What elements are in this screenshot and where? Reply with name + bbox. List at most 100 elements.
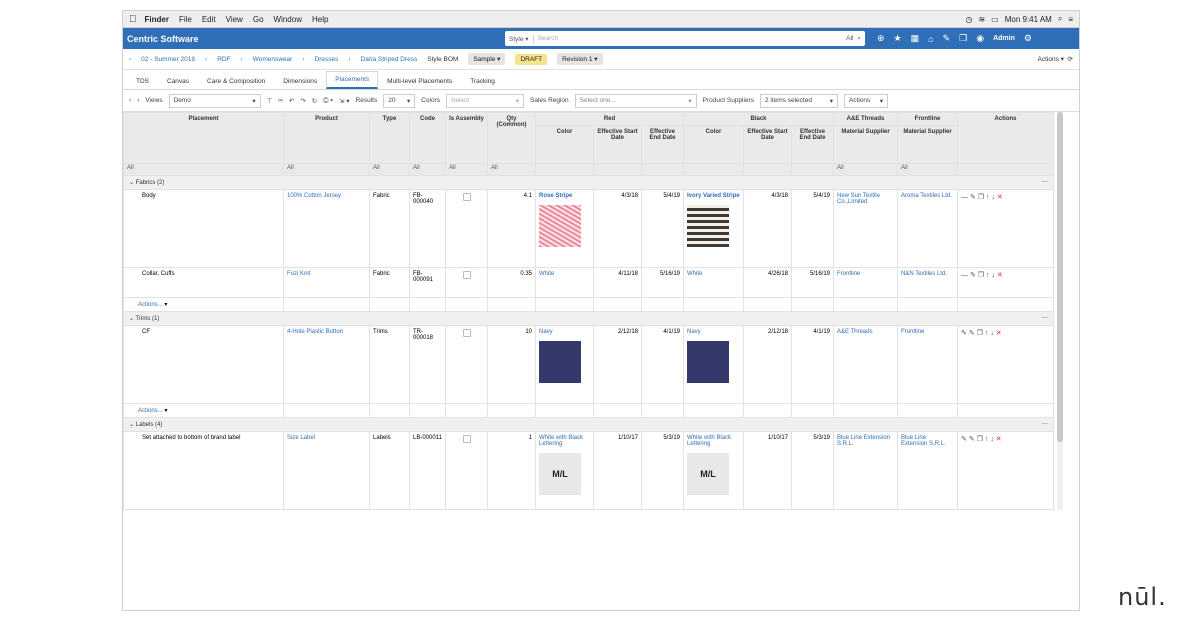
export-icon[interactable]: ⇲ ▾ (339, 97, 350, 105)
col-group-black[interactable]: Black (683, 112, 835, 126)
color-cell[interactable]: White with Black Lettering (683, 509, 745, 510)
front-supplier-link[interactable]: N&N Textiles Ltd. (897, 267, 959, 298)
color-cell[interactable]: Navy (683, 325, 745, 404)
filter-red-color[interactable] (535, 163, 594, 176)
color-cell[interactable]: Navy (535, 325, 594, 404)
copy-icon[interactable]: ❐ (978, 272, 986, 279)
black-end-cell[interactable]: 5/16/19 (791, 267, 835, 298)
filter-is-assembly[interactable]: All (445, 163, 488, 176)
forward-icon[interactable]: › (137, 97, 139, 104)
red-start-cell[interactable]: 4/3/18 (593, 189, 642, 268)
black-end-cell[interactable]: 4/1/19 (791, 325, 835, 404)
mac-menu-view[interactable]: View (226, 15, 243, 24)
mac-menu-go[interactable]: Go (253, 15, 264, 24)
color-link[interactable]: White with Black Lettering (539, 435, 590, 447)
mac-menu-help[interactable]: Help (312, 15, 328, 24)
sample-dropdown[interactable]: Sample ▾ (468, 53, 506, 65)
search-scope[interactable]: All (846, 35, 853, 42)
table-row[interactable]: CF 4-Hole Plastic Button Trims TR-000018 10 N… (123, 325, 1055, 404)
chevron-down-icon[interactable]: ⌄ (129, 422, 136, 428)
color-cell[interactable]: White with Black Lettering M/L (683, 431, 745, 510)
group-actions-link[interactable]: Actions... (138, 408, 163, 414)
col-is-assembly[interactable]: Is Assembly (445, 112, 488, 164)
color-swatch-image[interactable] (687, 341, 730, 383)
group-menu-icon[interactable]: — (1042, 421, 1048, 427)
product-link[interactable]: 100% Cotton Jersey (283, 189, 370, 268)
settings-icon[interactable]: ⚙ (1024, 33, 1032, 44)
table-row[interactable]: Collar, Cuffs Fuzi Knit Fabric FB-000091 0.3… (123, 267, 1055, 298)
color-cell[interactable]: White with Black Lettering (535, 509, 594, 510)
color-cell[interactable]: White (535, 267, 594, 298)
col-red-start[interactable]: Effective Start Date (593, 125, 642, 164)
table-row[interactable]: Set attached to bottom of brand label Siz… (123, 431, 1055, 510)
col-red-end[interactable]: Effective End Date (640, 125, 685, 164)
menu-icon[interactable]: — (961, 272, 970, 279)
color-link[interactable]: White (687, 271, 740, 277)
views-dropdown[interactable]: Demo ▾ (168, 93, 261, 108)
grid-actions-dropdown[interactable]: Actions ▾ (843, 93, 888, 108)
clock-icon[interactable]: ◷ (965, 15, 972, 24)
copy-icon[interactable]: ❐ (959, 33, 967, 44)
color-link[interactable]: White (539, 271, 590, 277)
col-black-color[interactable]: Color (683, 125, 745, 164)
user-name[interactable]: Admin (993, 35, 1015, 42)
filter-black-end[interactable] (791, 163, 835, 176)
col-aa-supplier[interactable]: Material Supplier (833, 125, 899, 164)
col-placement[interactable]: Placement (123, 112, 284, 164)
color-swatch-image[interactable] (539, 341, 581, 383)
copy-icon[interactable]: ❐ (978, 194, 986, 201)
wrench-icon[interactable]: ✎ (943, 33, 951, 44)
user-icon[interactable]: ◉ (976, 33, 984, 44)
group-row[interactable]: ⌄ Fabrics (2) — (123, 175, 1055, 190)
aa-supplier-link[interactable]: Frontline (833, 267, 899, 298)
color-swatch-image[interactable]: M/L (687, 453, 730, 495)
group-menu-icon[interactable]: — (1042, 179, 1048, 185)
tab-care-composition[interactable]: Care & Composition (198, 73, 274, 89)
black-end-cell[interactable]: 5/4/19 (791, 189, 835, 268)
delete-icon[interactable]: ✕ (996, 436, 1002, 443)
spotlight-icon[interactable]: ⌕ (1058, 14, 1062, 24)
red-start-cell[interactable]: 1/10/17 (593, 431, 642, 510)
edit-icon[interactable]: ✎ (970, 194, 978, 201)
aa-supplier-link[interactable]: Graphics Textiles Limited (833, 509, 899, 510)
col-type[interactable]: Type (369, 112, 410, 164)
group-actions-link[interactable]: Actions... (138, 302, 163, 308)
color-link[interactable]: Navy (687, 329, 740, 335)
filter-aa[interactable]: All (833, 163, 899, 176)
col-product[interactable]: Product (283, 112, 370, 164)
tab-tracking[interactable]: Tracking (461, 73, 504, 89)
color-cell[interactable]: White with Black Lettering M/L (535, 431, 594, 510)
qty-cell[interactable]: 1 (487, 431, 536, 510)
color-swatch-image[interactable] (539, 205, 581, 247)
red-end-cell[interactable]: 5/3/19 (640, 431, 685, 510)
col-front-supplier[interactable]: Material Supplier (897, 125, 959, 164)
actions-dropdown[interactable]: Actions ▾ ⟳ (1038, 55, 1073, 63)
assembly-checkbox[interactable] (462, 329, 471, 337)
group-header[interactable]: ⌄ Fabrics (2) — (123, 175, 1055, 190)
black-start-cell[interactable]: 4/26/18 (743, 267, 793, 298)
filter-red-start[interactable] (593, 163, 642, 176)
mac-menu-finder[interactable]: Finder (145, 15, 169, 24)
black-start-cell[interactable]: 2/7/18 (743, 509, 793, 510)
search-icon[interactable]: ⌕ (857, 35, 861, 43)
filter-black-color[interactable] (683, 163, 745, 176)
group-row[interactable]: ⌄ Trims (1) — (123, 311, 1055, 326)
filter-code[interactable]: All (409, 163, 446, 176)
revision-dropdown[interactable]: Revision 1 ▾ (557, 53, 603, 65)
back-icon[interactable]: ‹ (129, 97, 131, 104)
delete-icon[interactable]: ✕ (997, 194, 1003, 201)
edit-icon[interactable]: ✎ (970, 272, 978, 279)
product-link[interactable]: Fuzi Knit (283, 267, 370, 298)
col-black-start[interactable]: Effective Start Date (743, 125, 793, 164)
red-end-cell[interactable]: 4/1/19 (640, 325, 685, 404)
tab-tds[interactable]: TDS (127, 73, 158, 89)
caret-down-icon[interactable]: ▾ (163, 302, 167, 308)
red-start-cell[interactable]: 4/11/18 (593, 267, 642, 298)
aa-supplier-link[interactable]: Blue Line Extension S.R.L. (833, 431, 899, 510)
breadcrumb-item[interactable]: RDF (217, 56, 230, 63)
filter-red-end[interactable] (640, 163, 685, 176)
group-header[interactable]: ⌄ Labels (4) — (123, 417, 1055, 432)
edit-icon[interactable]: ✎ (969, 436, 977, 443)
assembly-checkbox[interactable] (462, 435, 471, 443)
color-swatch-image[interactable] (687, 205, 730, 247)
